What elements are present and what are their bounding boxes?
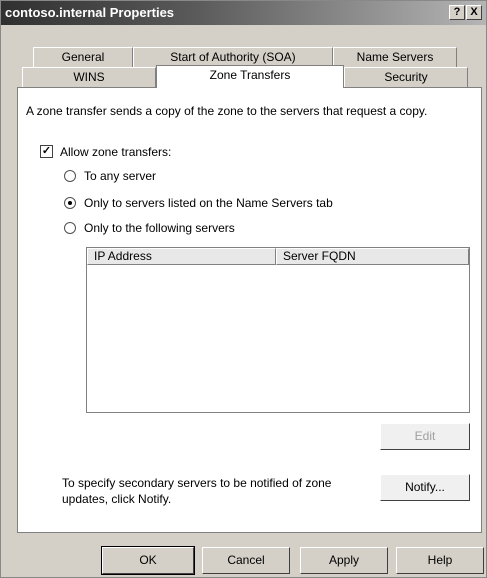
title-bar: contoso.internal Properties ? X (1, 1, 486, 25)
column-header-server-fqdn[interactable]: Server FQDN (276, 248, 469, 265)
radio-any-server-label: To any server (84, 169, 157, 183)
tab-general[interactable]: General (33, 47, 133, 67)
allow-zone-transfers-checkbox[interactable]: ✓ (40, 145, 53, 158)
radio-any-server[interactable] (64, 170, 76, 182)
apply-button[interactable]: Apply (300, 547, 388, 574)
servers-list[interactable]: IP Address Server FQDN (86, 247, 470, 413)
allow-zone-transfers-label: Allow zone transfers: (60, 145, 172, 159)
ok-button[interactable]: OK (101, 546, 195, 575)
notify-button[interactable]: Notify... (380, 474, 470, 501)
tab-wins[interactable]: WINS (22, 67, 156, 87)
tab-start-of-authority[interactable]: Start of Authority (SOA) (133, 47, 333, 67)
zone-transfers-panel: A zone transfer sends a copy of the zone… (17, 87, 482, 533)
tab-zone-transfers[interactable]: Zone Transfers (156, 65, 344, 88)
radio-name-servers-tab-label: Only to servers listed on the Name Serve… (84, 196, 333, 210)
cancel-button[interactable]: Cancel (202, 547, 290, 574)
notify-description-line2: updates, click Notify. (62, 492, 172, 506)
close-icon[interactable]: X (466, 5, 482, 20)
description-text: A zone transfer sends a copy of the zone… (26, 104, 428, 118)
column-header-ip-address[interactable]: IP Address (87, 248, 276, 265)
window-title: contoso.internal Properties (5, 5, 175, 20)
properties-dialog: contoso.internal Properties ? X General … (0, 0, 487, 578)
tab-name-servers[interactable]: Name Servers (333, 47, 457, 67)
notify-description-line1: To specify secondary servers to be notif… (62, 476, 332, 490)
help-button[interactable]: Help (396, 547, 484, 574)
help-icon[interactable]: ? (449, 5, 465, 20)
edit-button[interactable]: Edit (380, 423, 470, 450)
radio-following-servers-label: Only to the following servers (84, 221, 235, 235)
tab-security[interactable]: Security (344, 67, 468, 87)
radio-following-servers[interactable] (64, 222, 76, 234)
radio-name-servers-tab[interactable] (64, 197, 76, 209)
